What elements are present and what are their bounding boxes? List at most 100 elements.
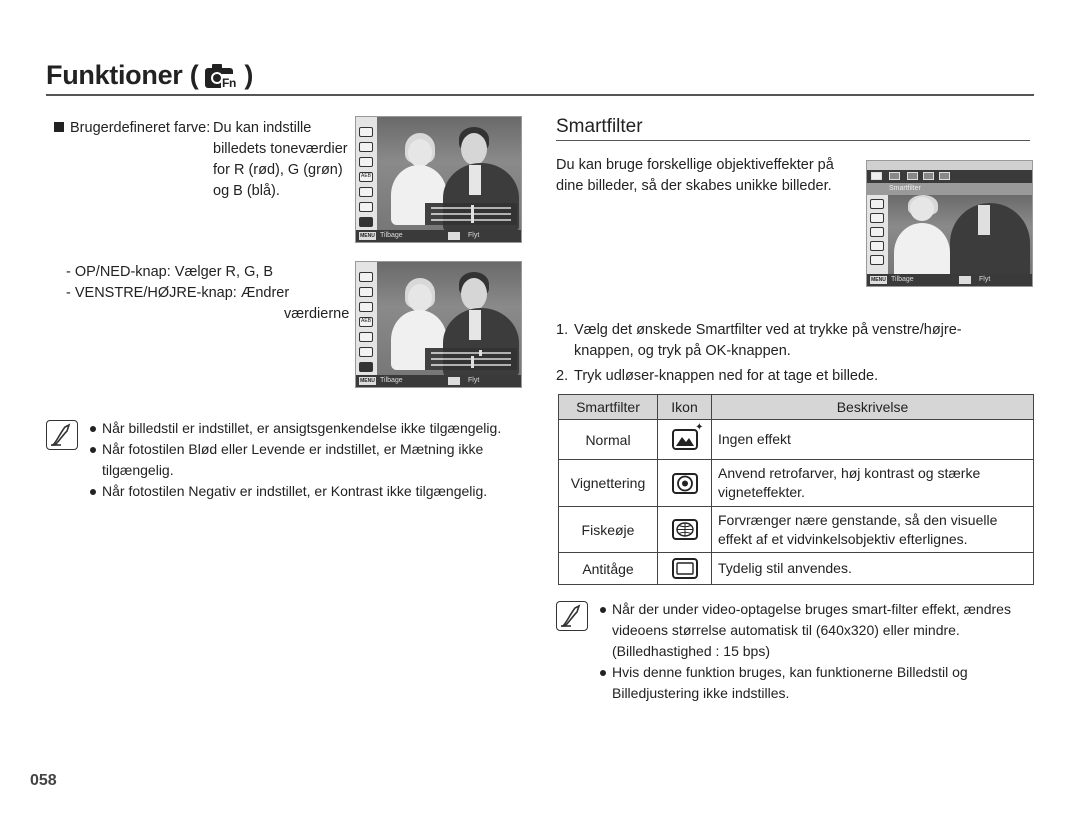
note-line: Billedjustering ikke indstilles. xyxy=(612,685,790,701)
instruction-line: værdierne xyxy=(284,306,350,322)
aeb-icon: AEB xyxy=(359,317,373,327)
fisheye-icon xyxy=(671,519,698,540)
custom-color-description: Du kan indstille billedets toneværdier f… xyxy=(213,118,348,202)
table-row: Normal ✦ Ingen effekt xyxy=(558,419,1034,460)
vignetting-icon xyxy=(671,472,698,494)
sample-photo xyxy=(377,117,521,233)
photo-style-icon xyxy=(359,272,373,282)
vignetting-option-icon[interactable] xyxy=(907,172,918,180)
lcd-screen-custom-color-2: AEB MENU Tilbage Flyt xyxy=(355,261,522,388)
filter-description: vigneteffekter. xyxy=(718,484,805,500)
back-label: Tilbage xyxy=(380,232,403,239)
face-detect-icon xyxy=(359,287,373,297)
smartfilter-menu-label: Smartfilter xyxy=(867,183,1032,195)
steps: 1. Vælg det ønskede Smartfilter ved at t… xyxy=(556,320,1036,387)
col-header: Smartfilter xyxy=(558,394,658,420)
flash-exposure-icon xyxy=(359,347,373,357)
lcd-bottombar: MENU Tilbage Flyt xyxy=(356,375,521,387)
square-bullet-icon xyxy=(54,122,64,132)
table-row: Antitåge Tydelig stil anvendes. xyxy=(558,552,1034,585)
step-2: 2. Tryk udløser-knappen ned for at tage … xyxy=(556,366,1036,387)
normal-filter-option-icon[interactable] xyxy=(889,172,900,180)
b-slider[interactable] xyxy=(431,217,511,223)
back-label: Tilbage xyxy=(380,377,403,384)
step-number: 1. xyxy=(556,322,569,338)
menu-badge: MENU xyxy=(359,377,376,385)
title-close: ) xyxy=(244,60,254,90)
lcd-bottombar: MENU Tilbage Flyt xyxy=(867,274,1032,286)
step-text: Tryk udløser-knappen ned for at tage et … xyxy=(574,368,879,384)
metering-icon xyxy=(359,187,373,197)
title-divider xyxy=(46,94,1034,96)
filter-description: Tydelig stil anvendes. xyxy=(718,560,852,576)
page-title: Funktioner ( Fn ) xyxy=(46,60,253,91)
g-slider[interactable] xyxy=(431,211,511,217)
sample-photo xyxy=(888,195,1032,283)
night-icon xyxy=(870,199,884,209)
filter-name: Vignettering xyxy=(558,459,658,507)
section-divider xyxy=(556,140,1030,141)
lcd-sidebar: AEB xyxy=(356,262,377,375)
filter-name: Fiskeøje xyxy=(558,506,658,553)
left-notes: Når billedstil er indstillet, er ansigts… xyxy=(88,418,528,502)
custom-color-icon xyxy=(359,217,373,227)
lcd-bottombar: MENU Tilbage Flyt xyxy=(356,230,521,242)
filter-description: effekt af et vidvinkelsobjektiv efterlig… xyxy=(718,530,968,547)
custom-color-label: Brugerdefineret farve: xyxy=(70,120,211,136)
col-header: Ikon xyxy=(657,394,712,420)
note-item: Hvis denne funktion bruges, kan funktion… xyxy=(598,662,1038,704)
desc-line: billedets toneværdier xyxy=(213,141,348,157)
desc-line: Du kan indstille xyxy=(213,120,312,136)
frame-icon xyxy=(359,302,373,312)
lcd-screen-smartfilter: Smartfilter MENU Tilbage Flyt xyxy=(866,160,1033,287)
section-heading: Smartfilter xyxy=(556,116,643,137)
stabilizer-icon xyxy=(870,213,884,223)
note-line: (Billedhastighed : 15 bps) xyxy=(612,643,770,659)
menu-badge: MENU xyxy=(870,276,887,284)
grid-icon xyxy=(870,255,884,265)
title-text: Funktioner ( xyxy=(46,60,199,90)
g-slider[interactable] xyxy=(431,356,511,362)
rgb-adjust-panel xyxy=(425,203,517,225)
r-slider[interactable] xyxy=(431,350,511,356)
metering-icon xyxy=(359,332,373,342)
defog-option-icon[interactable] xyxy=(939,172,950,180)
normal-filter-option-icon[interactable] xyxy=(871,172,882,180)
note-item: Når fotostilen Blød eller Levende er ind… xyxy=(88,439,528,481)
fisheye-option-icon[interactable] xyxy=(923,172,934,180)
move-label: Flyt xyxy=(979,276,991,283)
note-item: Når billedstil er indstillet, er ansigts… xyxy=(88,418,528,439)
filter-name: Antitåge xyxy=(558,552,658,585)
b-slider[interactable] xyxy=(431,362,511,368)
back-label: Tilbage xyxy=(891,276,914,283)
lcd-sidebar xyxy=(867,195,888,274)
move-label: Flyt xyxy=(468,377,480,384)
filter-option-bar xyxy=(867,170,1032,183)
iso-icon xyxy=(870,241,884,251)
desc-line: og B (blå). xyxy=(213,183,280,199)
intro-line: dine billeder, så der skabes unikke bill… xyxy=(556,178,832,194)
filter-description: Anvend retrofarver, høj kontrast og stær… xyxy=(718,465,981,481)
note-item: Når fotostilen Negativ er indstillet, er… xyxy=(88,481,528,502)
defog-icon xyxy=(671,558,698,579)
lcd-sidebar: AEB xyxy=(356,117,377,230)
svg-text:Fn: Fn xyxy=(222,76,236,90)
camera-fn-icon: Fn xyxy=(204,62,238,90)
smartfilter-table: Smartfilter Ikon Beskrivelse Normal ✦ In… xyxy=(558,394,1034,585)
aeb-icon: AEB xyxy=(359,172,373,182)
normal-filter-icon: ✦ xyxy=(671,422,704,450)
note-item: Når der under video-optagelse bruges sma… xyxy=(598,599,1038,662)
table-row: Vignettering Anvend retrofarver, høj kon… xyxy=(558,459,1034,507)
page-number: 058 xyxy=(30,772,57,789)
filter-description: Forvrænger nære genstande, så den visuel… xyxy=(718,511,998,528)
note-line: Hvis denne funktion bruges, kan funktion… xyxy=(612,664,968,680)
sample-photo xyxy=(377,262,521,378)
frame-icon xyxy=(359,157,373,167)
custom-color-icon xyxy=(359,362,373,372)
smartfilter-intro: Du kan bruge forskellige objektiveffekte… xyxy=(556,155,834,197)
r-slider[interactable] xyxy=(431,205,511,211)
face-detect-icon xyxy=(359,142,373,152)
instructions: - OP/NED-knap: Vælger R, G, B - VENSTRE/… xyxy=(66,262,349,325)
rgb-adjust-panel xyxy=(425,348,517,370)
desc-line: for R (rød), G (grøn) xyxy=(213,162,343,178)
